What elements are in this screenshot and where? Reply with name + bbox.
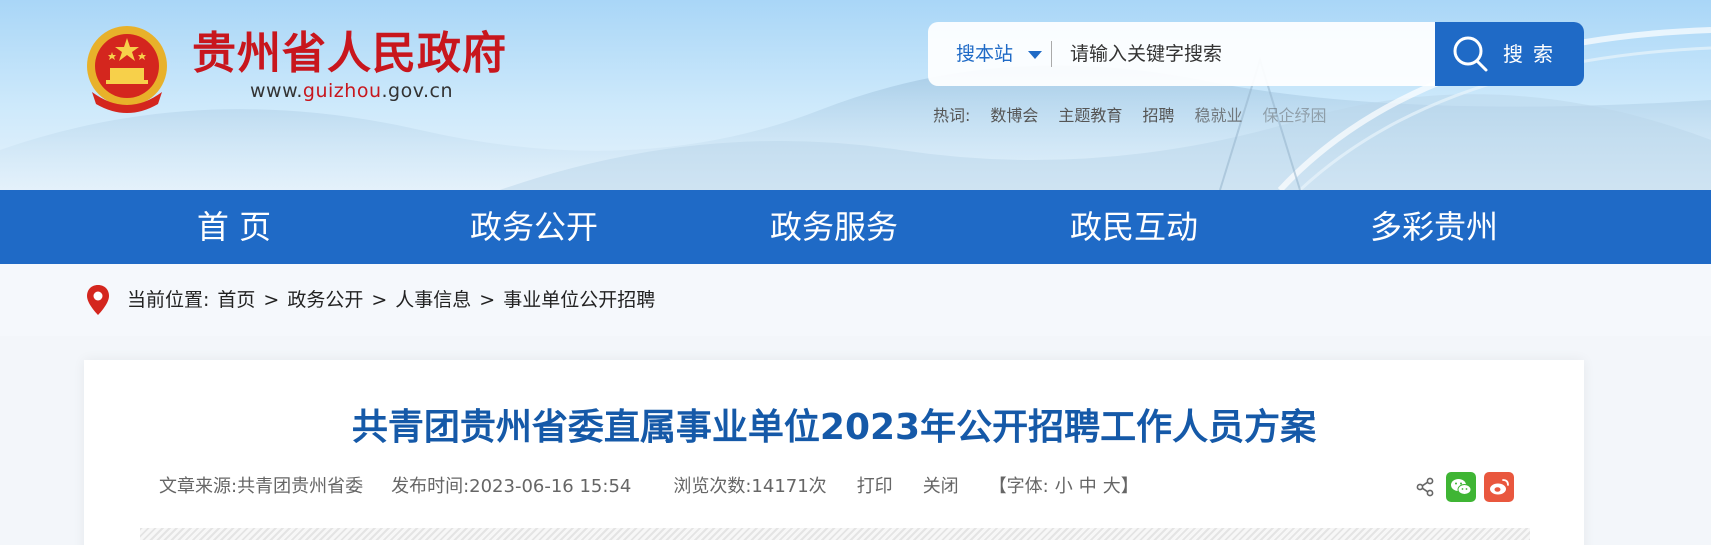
breadcrumb-separator: > bbox=[263, 289, 280, 311]
breadcrumb-separator: > bbox=[479, 289, 496, 311]
search-icon bbox=[1453, 36, 1488, 72]
print-link[interactable]: 打印 bbox=[857, 472, 893, 498]
article-panel: 共青团贵州省委直属事业单位2023年公开招聘工作人员方案 文章来源:共青团贵州省… bbox=[84, 360, 1584, 545]
font-size-small[interactable]: 小 bbox=[1055, 472, 1073, 498]
breadcrumb-item-government-affairs[interactable]: 政务公开 bbox=[287, 264, 363, 336]
share-icon bbox=[1412, 472, 1438, 502]
site-header: 贵州省人民政府 www.guizhou.gov.cn 搜本站 搜索 热词: 数博… bbox=[0, 0, 1711, 190]
hotword-item[interactable]: 稳就业 bbox=[1194, 102, 1242, 126]
nav-item-government-affairs[interactable]: 政务公开 bbox=[424, 190, 644, 264]
nav-item-government-services[interactable]: 政务服务 bbox=[724, 190, 944, 264]
breadcrumb-bar: 当前位置: 首页 > 政务公开 > 人事信息 > 事业单位公开招聘 bbox=[0, 264, 1711, 336]
site-domain: www.guizhou.gov.cn bbox=[250, 80, 454, 102]
search-button-label: 搜索 bbox=[1503, 42, 1563, 66]
article-title: 共青团贵州省委直属事业单位2023年公开招聘工作人员方案 bbox=[351, 407, 1317, 448]
location-pin-icon bbox=[87, 285, 109, 315]
breadcrumb-label: 当前位置: bbox=[127, 289, 210, 311]
font-size-large[interactable]: 大 bbox=[1103, 472, 1121, 498]
divider-hatch bbox=[140, 528, 1530, 540]
site-title: 贵州省人民政府 bbox=[192, 28, 507, 79]
search-button[interactable]: 搜索 bbox=[1435, 22, 1584, 86]
search-box: 搜本站 搜索 bbox=[928, 22, 1584, 86]
font-size-end: 】 bbox=[1120, 476, 1139, 497]
close-link[interactable]: 关闭 bbox=[923, 472, 959, 498]
font-size-medium[interactable]: 中 bbox=[1079, 472, 1097, 498]
chevron-down-icon[interactable] bbox=[1028, 51, 1042, 59]
wechat-icon[interactable] bbox=[1446, 472, 1476, 502]
nav-item-interaction[interactable]: 政民互动 bbox=[1024, 190, 1244, 264]
search-input[interactable] bbox=[1070, 34, 1350, 74]
hotword-item[interactable]: 招聘 bbox=[1142, 102, 1174, 126]
breadcrumb: 当前位置: 首页 > 政务公开 > 人事信息 > 事业单位公开招聘 bbox=[127, 264, 655, 336]
nav-item-colorful-guizhou[interactable]: 多彩贵州 bbox=[1324, 190, 1544, 264]
article-meta: 文章来源:共青团贵州省委 发布时间:2023-06-16 15:54 浏览次数:… bbox=[159, 472, 1139, 498]
search-divider bbox=[1051, 41, 1052, 67]
weibo-icon[interactable] bbox=[1484, 472, 1514, 502]
article-views: 浏览次数:14171次 bbox=[673, 476, 827, 497]
hotword-item[interactable]: 数博会 bbox=[990, 102, 1038, 126]
font-size-label: 【字体: bbox=[988, 476, 1049, 497]
hotword-item[interactable]: 主题教育 bbox=[1058, 102, 1122, 126]
article-source: 文章来源:共青团贵州省委 bbox=[159, 476, 364, 497]
search-scope-select[interactable]: 搜本站 bbox=[956, 22, 1013, 86]
main-nav: 首 页 政务公开 政务服务 政民互动 多彩贵州 bbox=[0, 190, 1711, 264]
breadcrumb-separator: > bbox=[371, 289, 388, 311]
hotword-item[interactable]: 保企纾困 bbox=[1262, 102, 1326, 126]
national-emblem-logo bbox=[87, 26, 167, 113]
hotwords-label: 热词: bbox=[933, 106, 971, 125]
hotwords: 热词: 数博会 主题教育 招聘 稳就业 保企纾困 bbox=[933, 102, 1326, 126]
breadcrumb-item-personnel[interactable]: 人事信息 bbox=[395, 264, 471, 336]
breadcrumb-item-recruitment[interactable]: 事业单位公开招聘 bbox=[503, 264, 655, 336]
breadcrumb-item-home[interactable]: 首页 bbox=[217, 264, 255, 336]
share-bar bbox=[1412, 472, 1514, 502]
article-publish-time: 发布时间:2023-06-16 15:54 bbox=[391, 476, 632, 497]
nav-item-home[interactable]: 首 页 bbox=[124, 190, 344, 264]
